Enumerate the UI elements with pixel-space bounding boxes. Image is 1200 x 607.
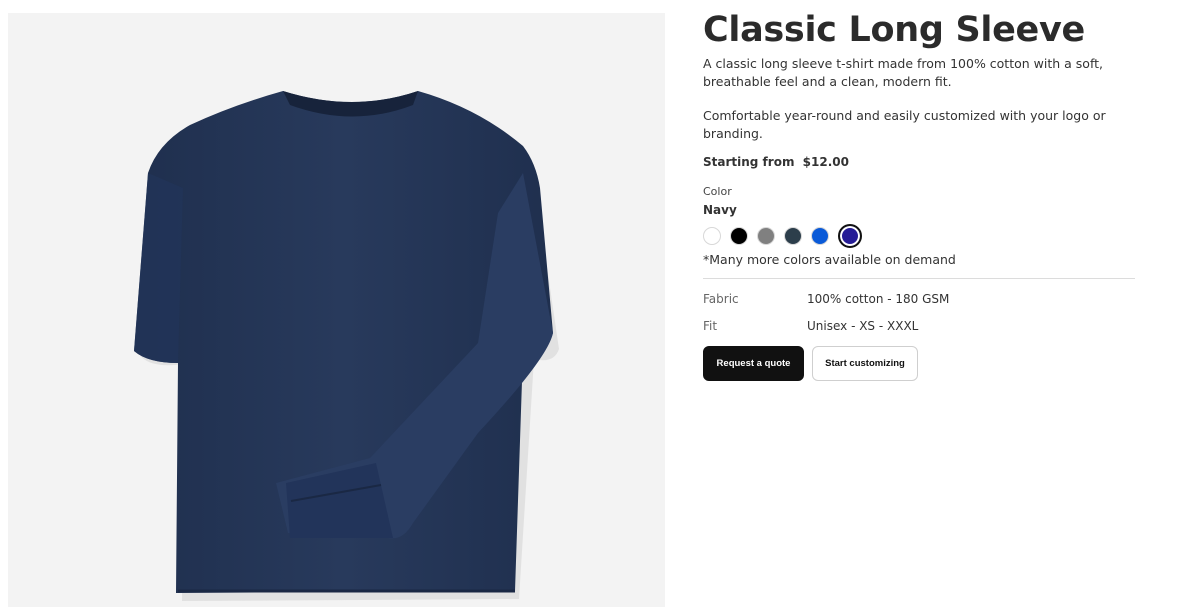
price-row: Starting from $12.00 — [703, 155, 1135, 169]
price-value: $12.00 — [802, 155, 849, 169]
action-buttons: Request a quote Start customizing — [703, 346, 1135, 381]
spec-value: Unisex - XS - XXXL — [807, 319, 919, 333]
more-colors-note: *Many more colors available on demand — [703, 252, 956, 267]
spec-value: 100% cotton - 180 GSM — [807, 292, 950, 306]
color-label: Color — [703, 185, 732, 198]
spec-label: Fabric — [703, 292, 739, 306]
long-sleeve-shirt-illustration — [134, 91, 559, 601]
product-description-secondary: Comfortable year-round and easily custom… — [703, 108, 1106, 141]
swatch-black[interactable] — [730, 227, 748, 245]
request-quote-button[interactable]: Request a quote — [703, 346, 804, 381]
swatch-white[interactable] — [703, 227, 721, 245]
spec-row-fabric: Fabric 100% cotton - 180 GSM — [703, 292, 1135, 306]
swatch-gray[interactable] — [757, 227, 775, 245]
spec-label: Fit — [703, 319, 718, 333]
divider — [703, 278, 1135, 279]
product-details: Classic Long Sleeve A classic long sleev… — [703, 8, 1135, 381]
selected-color-name: Navy — [703, 203, 737, 217]
price-label: Starting from — [703, 155, 795, 169]
product-image — [8, 13, 665, 607]
start-customizing-button[interactable]: Start customizing — [812, 346, 918, 381]
product-description: A classic long sleeve t-shirt made from … — [703, 56, 1103, 89]
swatch-charcoal[interactable] — [784, 227, 802, 245]
swatch-royal-blue[interactable] — [811, 227, 829, 245]
product-title: Classic Long Sleeve — [703, 10, 1085, 50]
color-swatches — [703, 223, 1135, 249]
swatch-navy[interactable] — [838, 224, 862, 248]
spec-row-fit: Fit Unisex - XS - XXXL — [703, 319, 1135, 333]
